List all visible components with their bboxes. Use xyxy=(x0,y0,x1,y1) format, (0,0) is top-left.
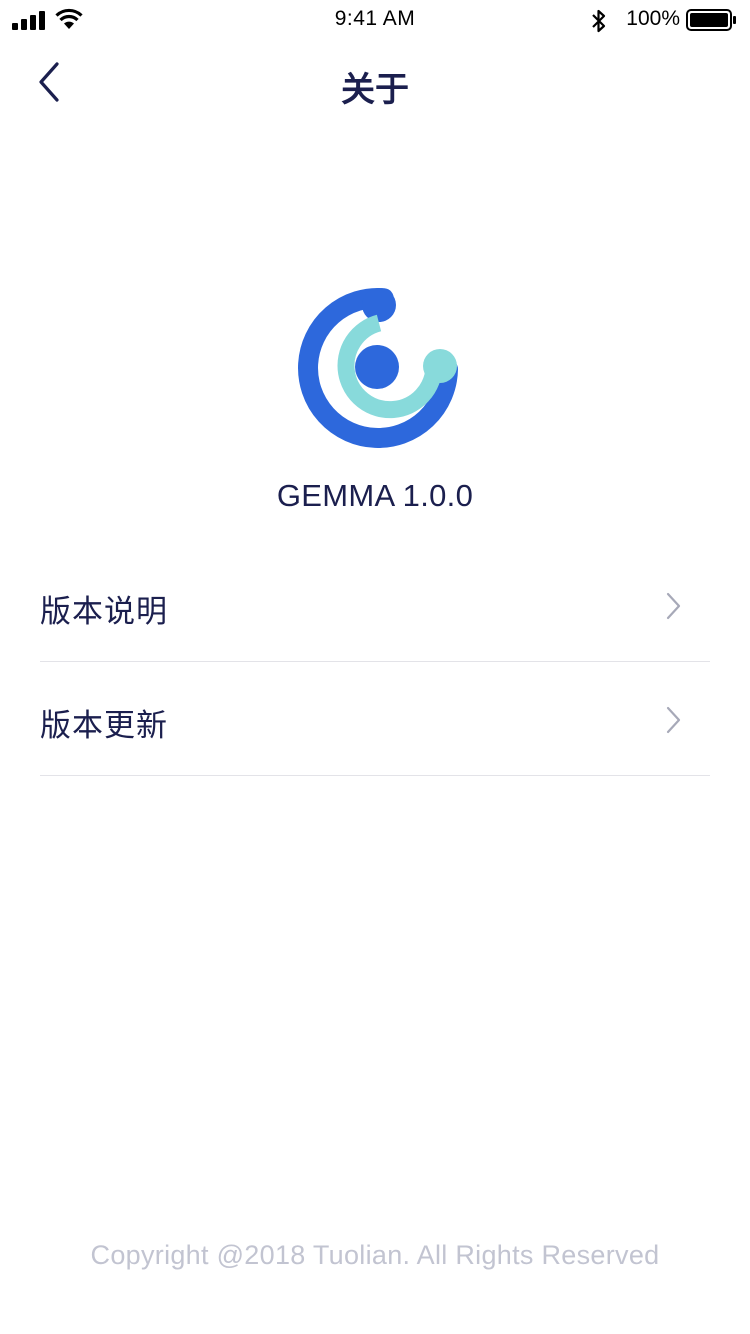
chevron-right-icon xyxy=(666,706,681,734)
page-title: 关于 xyxy=(341,71,409,109)
chevron-right-icon xyxy=(666,592,681,620)
nav-bar: 关于 xyxy=(0,40,750,128)
menu-item-label: 版本更新 xyxy=(40,708,168,743)
gemma-logo-icon xyxy=(298,287,458,448)
menu-item-version-update[interactable]: 版本更新 xyxy=(40,662,710,776)
menu-list: 版本说明 版本更新 xyxy=(40,548,710,776)
menu-item-release-notes[interactable]: 版本说明 xyxy=(40,548,710,662)
copyright-text: Copyright @2018 Tuolian. All Rights Rese… xyxy=(90,1240,660,1270)
status-bar: 9:41 AM 100% xyxy=(0,0,750,40)
battery-icon xyxy=(686,9,736,31)
bluetooth-icon xyxy=(592,9,606,33)
battery-percent: 100% xyxy=(626,7,680,30)
menu-item-label: 版本说明 xyxy=(40,594,168,629)
app-version: GEMMA 1.0.0 xyxy=(276,478,474,513)
